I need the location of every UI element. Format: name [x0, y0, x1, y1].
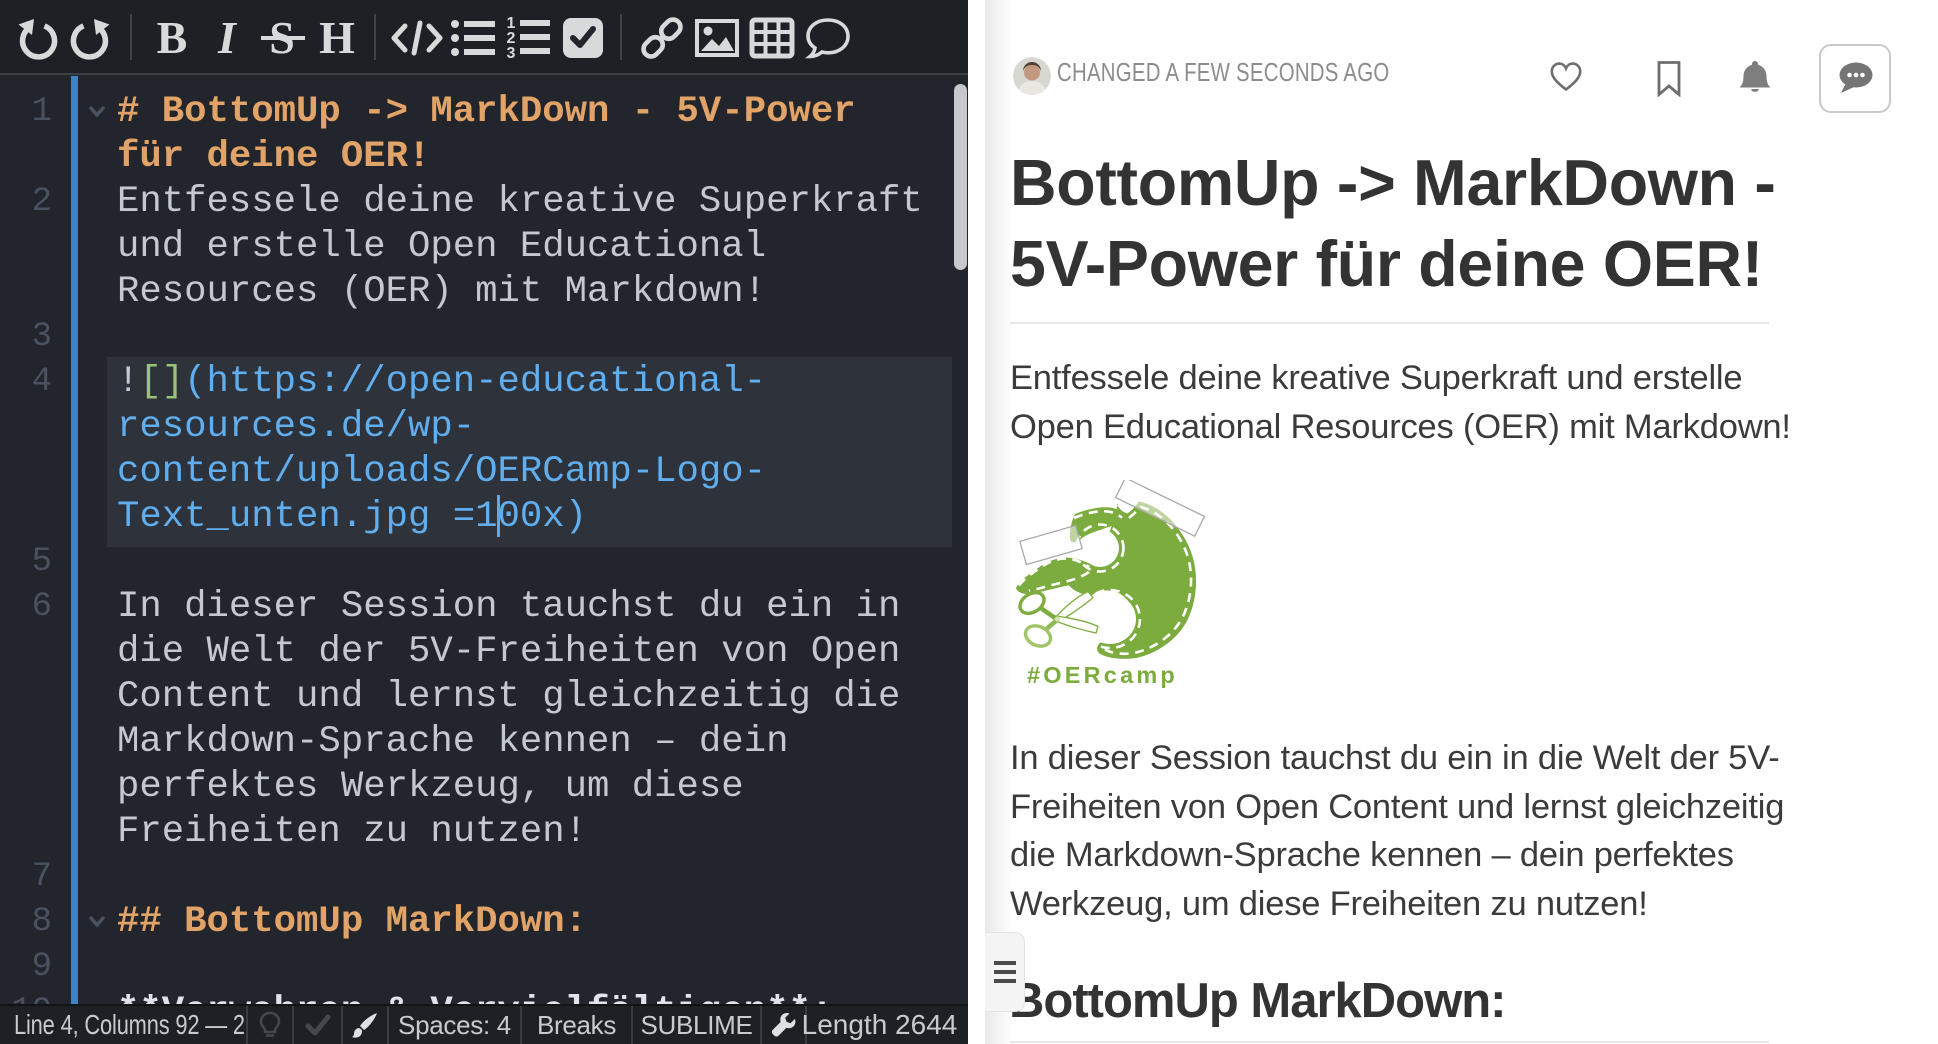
svg-text:3: 3	[507, 45, 516, 61]
